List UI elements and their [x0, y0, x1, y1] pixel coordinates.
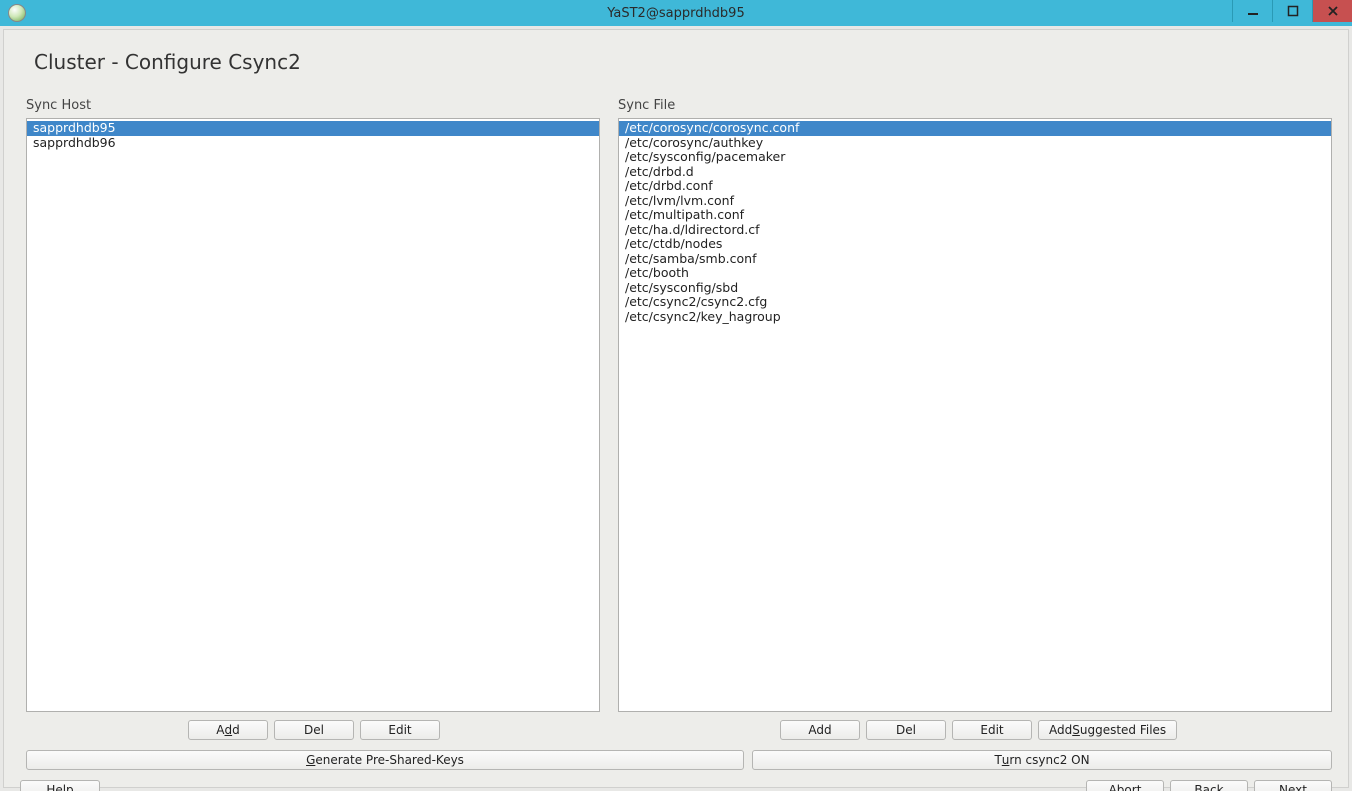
list-item[interactable]: /etc/sysconfig/sbd	[619, 281, 1331, 296]
list-item[interactable]: sapprdhdb95	[27, 121, 599, 136]
window-controls	[1232, 0, 1352, 26]
nav-buttons: Abort Back Next	[1086, 780, 1332, 791]
sync-host-buttons: Add Del Edit	[188, 720, 440, 740]
list-item[interactable]: /etc/lvm/lvm.conf	[619, 194, 1331, 209]
sync-host-listbox[interactable]: sapprdhdb95sapprdhdb96	[26, 118, 600, 712]
app-icon	[8, 4, 26, 22]
client-area: Cluster - Configure Csync2 Sync Host Syn…	[3, 29, 1349, 788]
file-add-button[interactable]: Add	[780, 720, 860, 740]
close-icon	[1327, 5, 1339, 17]
page-title: Cluster - Configure Csync2	[34, 50, 301, 74]
sync-host-label: Sync Host	[26, 98, 91, 113]
abort-button[interactable]: Abort	[1086, 780, 1164, 791]
host-edit-button[interactable]: Edit	[360, 720, 440, 740]
host-add-button[interactable]: Add	[188, 720, 268, 740]
window-title: YaST2@sapprdhdb95	[0, 6, 1352, 21]
list-item[interactable]: /etc/csync2/key_hagroup	[619, 310, 1331, 325]
add-suggested-files-button[interactable]: Add Suggested Files	[1038, 720, 1177, 740]
next-button[interactable]: Next	[1254, 780, 1332, 791]
list-item[interactable]: /etc/corosync/corosync.conf	[619, 121, 1331, 136]
list-item[interactable]: /etc/drbd.conf	[619, 179, 1331, 194]
list-item[interactable]: /etc/multipath.conf	[619, 208, 1331, 223]
close-button[interactable]	[1312, 0, 1352, 22]
help-button[interactable]: Help	[20, 780, 100, 791]
back-button[interactable]: Back	[1170, 780, 1248, 791]
sync-file-label: Sync File	[618, 98, 675, 113]
list-item[interactable]: /etc/corosync/authkey	[619, 136, 1331, 151]
file-edit-button[interactable]: Edit	[952, 720, 1032, 740]
list-item[interactable]: /etc/csync2/csync2.cfg	[619, 295, 1331, 310]
host-del-button[interactable]: Del	[274, 720, 354, 740]
list-item[interactable]: /etc/ctdb/nodes	[619, 237, 1331, 252]
minimize-button[interactable]	[1232, 0, 1272, 22]
list-item[interactable]: /etc/sysconfig/pacemaker	[619, 150, 1331, 165]
list-item[interactable]: /etc/booth	[619, 266, 1331, 281]
list-item[interactable]: /etc/ha.d/ldirectord.cf	[619, 223, 1331, 238]
list-item[interactable]: sapprdhdb96	[27, 136, 599, 151]
minimize-icon	[1247, 5, 1259, 17]
sync-file-listbox[interactable]: /etc/corosync/corosync.conf/etc/corosync…	[618, 118, 1332, 712]
maximize-button[interactable]	[1272, 0, 1312, 22]
maximize-icon	[1287, 5, 1299, 17]
file-del-button[interactable]: Del	[866, 720, 946, 740]
generate-keys-button[interactable]: Generate Pre-Shared-Keys	[26, 750, 744, 770]
list-item[interactable]: /etc/drbd.d	[619, 165, 1331, 180]
turn-csync2-on-button[interactable]: Turn csync2 ON	[752, 750, 1332, 770]
sync-file-buttons: Add Del Edit Add Suggested Files	[780, 720, 1177, 740]
titlebar: YaST2@sapprdhdb95	[0, 0, 1352, 26]
list-item[interactable]: /etc/samba/smb.conf	[619, 252, 1331, 267]
